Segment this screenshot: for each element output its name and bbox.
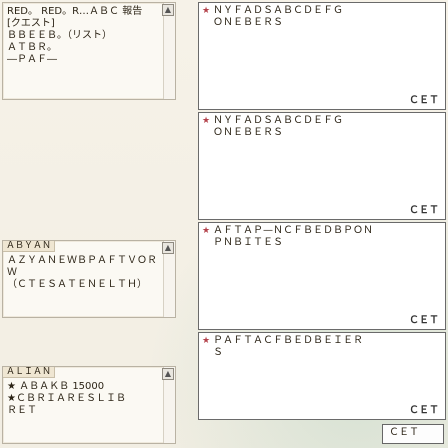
chat-panel-bottom[interactable]: ＡＬＩＡＮ ★ ＡＢＡＫＢ 15000 ★ＣＢＲＩＡＲＥＳＬＩＢ ＲＥＴ ▲ [2,366,176,444]
npc-bubble-1-close[interactable]: ＣＥＴ [409,95,439,107]
npc-bubble-2-close[interactable]: ＣＥＴ [409,205,439,217]
scroll-up-button[interactable]: ▲ [162,368,174,380]
npc-bubble-1[interactable]: ★ ＮＹＦＡＤＳＡＢＣＤＥＦＧ ＯＮＥＢＥＲＳ ＣＥＴ [198,2,446,110]
chat-panel-middle[interactable]: ＡＢＹＡＮ ＡＺＹＡＮＥＷＢＰＡＦＴＶＯＲＷ （ＣＴＥＳＡＴＥＮＥＬＴＨ） ▲ [2,240,176,318]
npc-bubble-4-close[interactable]: ＣＥＴ [409,405,439,417]
star-icon: ★ [202,116,211,126]
chat-panel-middle-tab[interactable]: ＡＢＹＡＮ [3,241,56,252]
npc-bubble-2-text: ＮＹＦＡＤＳＡＢＣＤＥＦＧ ＯＮＥＢＥＲＳ [213,115,343,138]
npc-bubble-4-text: ＰＡＦＴＡＣＦＢＥＤＢＥＩＥＲ Ｓ [213,335,363,358]
npc-bubble-4[interactable]: ★ ＰＡＦＴＡＣＦＢＥＤＢＥＩＥＲ Ｓ ＣＥＴ [198,332,446,420]
star-icon: ★ [202,336,211,346]
chat-panel-top-scrollbar[interactable] [163,3,175,99]
star-icon: ★ [202,226,211,236]
npc-bubble-2[interactable]: ★ ＮＹＦＡＤＳＡＢＣＤＥＦＧ ＯＮＥＢＥＲＳ ＣＥＴ [198,112,446,220]
scroll-up-button[interactable]: ▲ [162,4,174,16]
chat-panel-top-text: RED。 RED。R…ＡＢＣ 報告 [クエスト] ＢＢＥＥＢ。（リスト） ＡＴＢ… [7,6,143,65]
npc-bubble-3-text: ＡＦＴＡＰ—ＮＣＦＢＥＤＢＰＯＮ ＰＮＢＩＴＥＳ [213,225,373,248]
npc-bubble-3[interactable]: ★ ＡＦＴＡＰ—ＮＣＦＢＥＤＢＰＯＮ ＰＮＢＩＴＥＳ ＣＥＴ [198,222,446,330]
scroll-up-button[interactable]: ▲ [162,242,174,254]
star-icon: ★ [202,6,211,16]
chat-panel-top[interactable]: RED。 RED。R…ＡＢＣ 報告 [クエスト] ＢＢＥＥＢ。（リスト） ＡＴＢ… [2,2,176,100]
npc-bubble-3-close[interactable]: ＣＥＴ [409,315,439,327]
close-button[interactable]: ＣＥＴ [382,424,444,444]
npc-bubble-1-text: ＮＹＦＡＤＳＡＢＣＤＥＦＧ ＯＮＥＢＥＲＳ [213,5,343,28]
chat-panel-bottom-tab[interactable]: ＡＬＩＡＮ [3,367,56,378]
